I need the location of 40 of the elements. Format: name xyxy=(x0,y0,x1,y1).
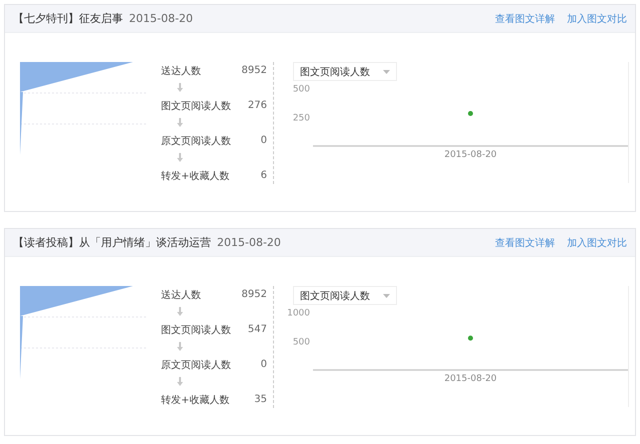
stat-label: 图文页阅读人数 xyxy=(161,100,231,112)
stat-value: 8952 xyxy=(242,289,267,300)
stat-label: 转发+收藏人数 xyxy=(161,170,230,182)
stat-label: 原文页阅读人数 xyxy=(161,358,231,372)
stat-value: 0 xyxy=(260,359,267,370)
down-arrow-icon xyxy=(177,307,183,316)
metric-dropdown[interactable]: 图文页阅读人数 xyxy=(293,286,397,305)
metric-dropdown[interactable]: 图文页阅读人数 xyxy=(293,62,397,81)
article-title: 【读者投稿】从「用户情绪」谈活动运营 xyxy=(13,235,211,250)
stat-label: 转发+收藏人数 xyxy=(161,394,230,406)
down-arrow-icon xyxy=(177,377,183,386)
stat-label: 送达人数 xyxy=(161,288,201,302)
article-date: 2015-08-20 xyxy=(129,12,193,25)
stat-value: 6 xyxy=(260,170,267,181)
stat-label: 图文页阅读人数 xyxy=(161,324,231,336)
stat-value: 276 xyxy=(248,100,267,111)
article-date: 2015-08-20 xyxy=(217,236,281,249)
link[interactable]: 查看图文详解 xyxy=(495,236,555,250)
stat-label: 原文页阅读人数 xyxy=(161,134,231,148)
stat-value: 35 xyxy=(254,394,267,405)
down-arrow-icon xyxy=(177,342,183,351)
caret-icon xyxy=(383,70,390,74)
axis-tick-label: 500 xyxy=(292,84,310,94)
link[interactable]: 加入图文对比 xyxy=(567,12,627,26)
article-title: 【七夕特刊】征友启事 xyxy=(13,11,123,26)
axis-tick-label: 2015-08-20 xyxy=(444,150,497,160)
stat-value: 0 xyxy=(260,135,267,146)
axis-tick-label: 2015-08-20 xyxy=(444,374,497,384)
stat-value: 547 xyxy=(248,324,267,335)
down-arrow-icon xyxy=(177,153,183,162)
down-arrow-icon xyxy=(177,83,183,92)
caret-icon xyxy=(383,294,390,298)
link[interactable]: 加入图文对比 xyxy=(567,236,627,250)
link[interactable]: 查看图文详解 xyxy=(495,12,555,26)
stat-label: 送达人数 xyxy=(161,64,201,78)
down-arrow-icon xyxy=(177,118,183,127)
axis-tick-label: 500 xyxy=(292,338,310,348)
stat-value: 8952 xyxy=(242,65,267,76)
axis-tick-label: 1000 xyxy=(287,308,310,318)
axis-tick-label: 250 xyxy=(292,114,310,124)
